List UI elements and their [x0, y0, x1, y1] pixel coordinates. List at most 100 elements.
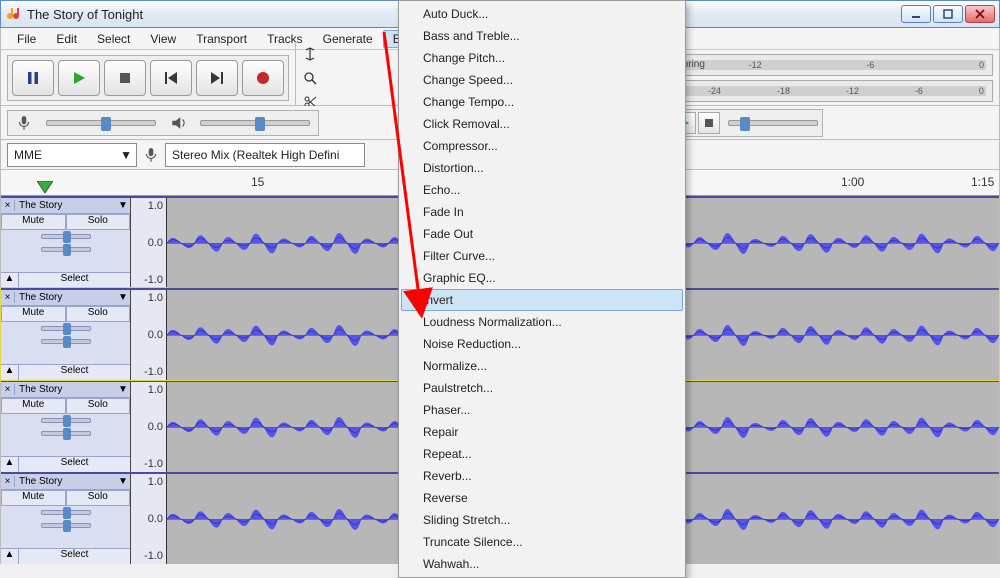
play-volume-slider[interactable] — [200, 120, 310, 126]
maximize-button[interactable] — [933, 5, 963, 23]
menu-transport[interactable]: Transport — [186, 30, 257, 48]
skip-start-button[interactable] — [150, 60, 192, 96]
effect-menu-item[interactable]: Click Removal... — [401, 113, 683, 135]
effect-menu-item[interactable]: Compressor... — [401, 135, 683, 157]
playhead-icon[interactable] — [37, 181, 53, 195]
effect-menu-item[interactable]: Auto Duck... — [401, 3, 683, 25]
chevron-down-icon: ▼ — [120, 148, 132, 162]
gain-slider[interactable] — [41, 418, 91, 423]
track-menu-button[interactable]: ▼ — [116, 384, 130, 395]
select-button[interactable]: Select — [19, 365, 130, 380]
effect-menu-item[interactable]: Loudness Normalization... — [401, 311, 683, 333]
track-menu-button[interactable]: ▼ — [116, 476, 130, 487]
track-menu-button[interactable]: ▼ — [116, 292, 130, 303]
mini-stop-button[interactable] — [698, 112, 720, 134]
track-close-button[interactable]: × — [1, 476, 15, 487]
effect-menu-item[interactable]: Phaser... — [401, 399, 683, 421]
collapse-button[interactable]: ▲ — [1, 549, 19, 564]
mute-button[interactable]: Mute — [1, 398, 66, 414]
pan-slider[interactable] — [41, 431, 91, 436]
mic-icon — [143, 147, 159, 163]
menu-edit[interactable]: Edit — [46, 30, 87, 48]
audio-host-combo[interactable]: MME ▼ — [7, 143, 137, 167]
rec-device-combo[interactable]: Stereo Mix (Realtek High Defini — [165, 143, 365, 167]
effect-menu-item[interactable]: Sliding Stretch... — [401, 509, 683, 531]
solo-button[interactable]: Solo — [66, 490, 131, 506]
effect-menu-item[interactable]: Paulstretch... — [401, 377, 683, 399]
audio-host-label: MME — [14, 148, 42, 162]
pb-tick: -18 — [777, 86, 790, 96]
pan-slider[interactable] — [41, 339, 91, 344]
pan-slider[interactable] — [41, 523, 91, 528]
gain-slider[interactable] — [41, 510, 91, 515]
solo-button[interactable]: Solo — [66, 306, 131, 322]
effect-menu-item[interactable]: Fade Out — [401, 223, 683, 245]
collapse-button[interactable]: ▲ — [1, 273, 19, 288]
stop-button[interactable] — [104, 60, 146, 96]
effect-menu-item[interactable]: Bass and Treble... — [401, 25, 683, 47]
effect-menu-dropdown: Auto Duck...Bass and Treble...Change Pit… — [398, 0, 686, 578]
effect-menu-item[interactable]: Repeat... — [401, 443, 683, 465]
rec-volume-slider[interactable] — [46, 120, 156, 126]
skip-end-button[interactable] — [196, 60, 238, 96]
effect-menu-item[interactable]: Graphic EQ... — [401, 267, 683, 289]
track-control-panel: × The Story ▼ Mute Solo ▲ Select — [1, 290, 131, 380]
track-name[interactable]: The Story — [15, 200, 116, 211]
vertical-scale: 1.0 0.0 -1.0 — [131, 474, 167, 564]
effect-menu-item[interactable]: Distortion... — [401, 157, 683, 179]
vertical-scale: 1.0 0.0 -1.0 — [131, 198, 167, 288]
mute-button[interactable]: Mute — [1, 306, 66, 322]
menu-view[interactable]: View — [140, 30, 186, 48]
mute-button[interactable]: Mute — [1, 214, 66, 230]
play-speed-slider[interactable] — [728, 120, 818, 126]
selection-tool-icon[interactable] — [300, 44, 320, 64]
effect-menu-item[interactable]: Change Tempo... — [401, 91, 683, 113]
zoom-tool-icon[interactable] — [300, 68, 320, 88]
effect-menu-item[interactable]: Filter Curve... — [401, 245, 683, 267]
effect-menu-item[interactable]: Repair — [401, 421, 683, 443]
menu-file[interactable]: File — [7, 30, 46, 48]
collapse-button[interactable]: ▲ — [1, 365, 19, 380]
play-button[interactable] — [58, 60, 100, 96]
track-name[interactable]: The Story — [15, 292, 116, 303]
effect-menu-item[interactable]: Echo... — [401, 179, 683, 201]
minimize-button[interactable] — [901, 5, 931, 23]
effect-menu-item[interactable]: Change Pitch... — [401, 47, 683, 69]
track-name[interactable]: The Story — [15, 384, 116, 395]
collapse-button[interactable]: ▲ — [1, 457, 19, 472]
effect-menu-item[interactable]: Reverse — [401, 487, 683, 509]
solo-button[interactable]: Solo — [66, 214, 131, 230]
rec-device-label: Stereo Mix (Realtek High Defini — [172, 148, 339, 162]
close-button[interactable] — [965, 5, 995, 23]
select-button[interactable]: Select — [19, 549, 130, 564]
pan-slider[interactable] — [41, 247, 91, 252]
menu-select[interactable]: Select — [87, 30, 140, 48]
effect-menu-item[interactable]: Noise Reduction... — [401, 333, 683, 355]
effect-menu-item[interactable]: Normalize... — [401, 355, 683, 377]
track-close-button[interactable]: × — [1, 200, 15, 211]
track-menu-button[interactable]: ▼ — [116, 200, 130, 211]
scale-bot: -1.0 — [144, 458, 163, 470]
effect-menu-item[interactable]: Change Speed... — [401, 69, 683, 91]
gain-slider[interactable] — [41, 234, 91, 239]
gain-slider[interactable] — [41, 326, 91, 331]
effect-menu-item[interactable]: Reverb... — [401, 465, 683, 487]
effect-menu-item[interactable]: Invert — [401, 289, 683, 311]
record-button[interactable] — [242, 60, 284, 96]
select-button[interactable]: Select — [19, 457, 130, 472]
pause-button[interactable] — [12, 60, 54, 96]
scale-mid: 0.0 — [148, 513, 163, 525]
track-close-button[interactable]: × — [1, 292, 15, 303]
track-close-button[interactable]: × — [1, 384, 15, 395]
solo-button[interactable]: Solo — [66, 398, 131, 414]
vertical-scale: 1.0 0.0 -1.0 — [131, 290, 167, 380]
timeline-tick: 15 — [251, 175, 264, 189]
scale-bot: -1.0 — [144, 274, 163, 286]
select-button[interactable]: Select — [19, 273, 130, 288]
mute-button[interactable]: Mute — [1, 490, 66, 506]
track-name[interactable]: The Story — [15, 476, 116, 487]
effect-menu-item[interactable]: Truncate Silence... — [401, 531, 683, 553]
effect-menu-item[interactable]: Fade In — [401, 201, 683, 223]
rec-tick: 0 — [979, 60, 984, 70]
edit-tools — [295, 42, 324, 114]
